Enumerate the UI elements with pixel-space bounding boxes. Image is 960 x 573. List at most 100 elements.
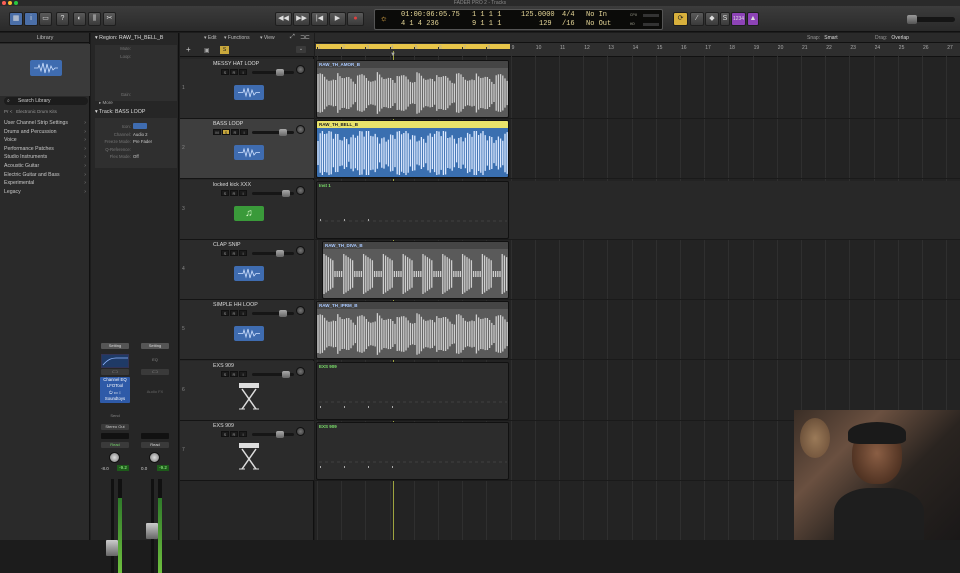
solo-icon[interactable]: S [720,12,730,26]
setting-button-left[interactable]: Setting [101,343,129,349]
lcd-display[interactable]: ☼ 01:00:06:05.75 4 1 4 236 1 1 1 1 9 1 1… [374,9,663,30]
input-slot-left[interactable]: ⊂⊃ [101,369,129,375]
region[interactable]: EXS 909 [316,421,509,480]
view-menu[interactable]: ▾ View [260,35,275,41]
solo-button[interactable]: S [221,69,229,75]
track-header[interactable]: 4 CLAP SNIP S R I [180,239,314,300]
library-item[interactable]: Acoustic Guitar › [4,162,88,170]
pan-knob-left[interactable] [109,452,120,463]
smart-controls-icon[interactable]: ◐ [73,12,86,26]
library-item[interactable]: Electric Guitar and Bass › [4,171,88,179]
track-header[interactable]: 1 MESSY HAT LOOP S R I [180,59,314,119]
automation-mode-right[interactable]: Read [141,442,169,448]
group-slot-right[interactable] [141,433,169,439]
global-solo-icon[interactable]: S [220,46,229,54]
rewind-button[interactable]: ◀◀ [275,12,292,26]
solo-button[interactable]: S [221,370,229,377]
track-field-value[interactable]: Audio 2 [133,132,148,137]
audio-fx-slot[interactable]: Audio FX [141,389,169,395]
replace-icon[interactable]: ⁄ [690,12,704,26]
track-pan-knob[interactable] [296,125,305,135]
solo-button[interactable]: S [221,430,229,437]
edit-menu[interactable]: ▾ Edit [204,35,217,41]
record-enable-button[interactable]: R [230,189,238,196]
solo-button[interactable]: S [221,310,229,317]
playhead-marker-icon[interactable]: ▼ [390,52,396,58]
record-enable-button[interactable]: R [230,249,238,256]
track-pan-knob[interactable] [296,366,305,376]
folder-icon[interactable]: ▣ [204,47,210,54]
track-pan-knob[interactable] [296,185,305,195]
snap-control[interactable]: Snap: Smart [807,35,838,41]
library-toggle-icon[interactable]: ▦ [9,12,23,26]
input-monitor-button[interactable]: I [239,370,247,377]
inspector-toggle-icon[interactable]: i [24,12,38,26]
library-breadcrumb[interactable]: Pr < Electronic Drum Kits [4,109,57,114]
track-name[interactable]: EXS 909 [213,423,234,429]
region[interactable]: Inst 1 [316,180,509,239]
library-item[interactable]: Performance Patches › [4,145,88,153]
master-volume-knob[interactable] [907,15,917,24]
count-in-badge[interactable]: 1234 [731,12,746,26]
track-volume-slider[interactable] [252,249,294,257]
library-item[interactable]: User Channel Strip Settings › [4,119,88,127]
record-enable-button[interactable]: R [230,69,238,75]
library-item[interactable]: Experimental › [4,179,88,187]
library-item[interactable]: Studio Instruments › [4,153,88,161]
track-header[interactable]: 3 locked kick XXX S R I ♫ [180,179,314,240]
minimize-window-button[interactable] [8,1,12,5]
track-name[interactable]: locked kick XXX [213,182,251,188]
volume-fader-left[interactable] [106,540,118,556]
drag-control[interactable]: Drag: Overlap [875,35,909,41]
track-pan-knob[interactable] [296,426,305,436]
track-name[interactable]: SIMPLE HH LOOP [213,302,258,308]
record-enable-button[interactable]: R [230,370,238,377]
track-header[interactable]: 6 EXS 909 S R I [180,360,314,421]
eq-slot-right[interactable]: EQ [141,357,169,363]
input-monitor-button[interactable]: I [239,69,247,75]
region[interactable]: RAW_TH_IPRM_B [316,301,509,360]
record-button[interactable]: ● [347,12,364,26]
solo-button[interactable]: S [221,189,229,196]
plugin-slots[interactable]: Channel EQ LFOTool ⏻ ▭ ↕ Soundtoys [100,377,130,403]
track-icon-picker[interactable] [133,123,147,129]
automation-mode-left[interactable]: Read [101,442,129,448]
master-volume-slider[interactable] [907,15,955,24]
zoom-window-button[interactable] [14,1,18,5]
cycle-icon[interactable]: ⟳ [673,12,688,26]
record-enable-button[interactable]: R [230,310,238,317]
record-enable-button[interactable]: R [231,129,239,136]
track-field-value[interactable]: Off [133,154,139,159]
track-inspector-header[interactable]: ▾ Track: BASS LOOP [95,109,145,115]
track-volume-slider[interactable] [252,310,294,318]
go-to-start-button[interactable]: |◀ [311,12,328,26]
add-track-icon[interactable]: + [186,45,191,54]
lcd-tempo[interactable]: 125.0000 [521,12,555,19]
library-search-input[interactable]: ⌕ Search Library [4,97,88,105]
track-pan-knob[interactable] [296,306,305,316]
midi-region-extension[interactable] [509,180,960,239]
catch-icon[interactable]: ⤢ [290,34,295,41]
output-slot[interactable]: Stereo Out [101,424,129,430]
region[interactable]: RAW_TH_AMOR_B [316,60,509,118]
track-volume-slider[interactable] [252,430,294,438]
eq-thumbnail[interactable] [101,354,129,368]
volume-fader-right[interactable] [146,523,158,539]
pan-knob-right[interactable] [149,452,160,463]
track-options-icon[interactable]: ⌄ [296,46,306,53]
help-icon[interactable]: ? [56,12,69,26]
group-slot[interactable] [101,433,129,439]
plugin-slot-power[interactable]: ⏻ ▭ ↕ [100,389,130,396]
track-field-value[interactable]: Pre Fader [133,139,152,144]
track-volume-slider[interactable] [252,370,294,378]
metronome-icon[interactable]: ▲ [747,12,759,26]
region-inspector-header[interactable]: ▾ Region: RAW_TH_BELL_B [95,35,163,41]
solo-button[interactable]: S [221,249,229,256]
fast-forward-button[interactable]: ▶▶ [293,12,310,26]
library-item[interactable]: Drums and Percussion › [4,128,88,136]
track-header[interactable]: 5 SIMPLE HH LOOP S R I [180,300,314,361]
setting-button-right[interactable]: Setting [141,343,169,349]
input-monitor-button[interactable]: I [239,310,247,317]
track-pan-knob[interactable] [296,245,305,255]
track-name[interactable]: EXS 909 [213,363,234,369]
